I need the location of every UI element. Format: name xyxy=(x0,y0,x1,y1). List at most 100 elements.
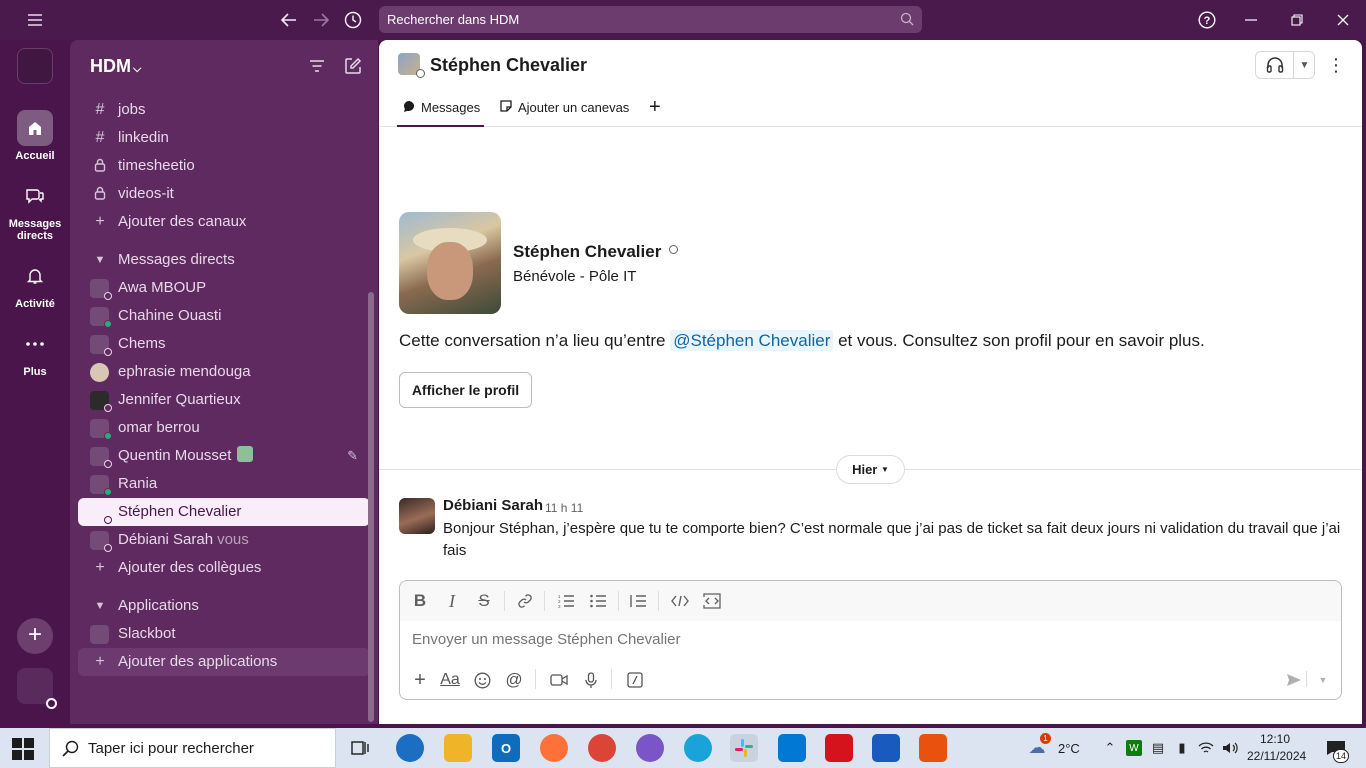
help-icon[interactable]: ? xyxy=(1195,8,1219,32)
add-apps-button[interactable]: + Ajouter des applications xyxy=(78,648,370,676)
sidebar-item-videos-it[interactable]: videos-it xyxy=(78,180,370,208)
sidebar-dm-debiani-sarah[interactable]: Débiani Sarah vous xyxy=(78,526,370,554)
restore-window-icon[interactable] xyxy=(1285,8,1309,32)
send-icon[interactable] xyxy=(1282,668,1306,692)
minimize-window-icon[interactable] xyxy=(1239,8,1263,32)
sidebar-scrollbar[interactable] xyxy=(368,292,374,722)
sidebar-dm-jennifer-quartieux[interactable]: Jennifer Quartieux xyxy=(78,386,370,414)
add-workspace-button[interactable]: + xyxy=(17,618,53,654)
workspace-name-button[interactable]: HDM ⌵ xyxy=(90,56,141,77)
workspace-switcher[interactable] xyxy=(17,48,53,84)
mention-at-icon[interactable]: @ xyxy=(502,668,526,692)
slash-command-icon[interactable] xyxy=(623,668,647,692)
rail-item-more[interactable]: Plus xyxy=(0,326,70,378)
rail-item-home[interactable]: Accueil xyxy=(0,110,70,162)
sidebar-item-linkedin[interactable]: # linkedin xyxy=(78,124,370,152)
sidebar-dm-quentin-mousset[interactable]: Quentin Mousset ✎ xyxy=(78,442,370,470)
code-icon[interactable] xyxy=(668,589,692,613)
sidebar-dm-omar-berrou[interactable]: omar berrou xyxy=(78,414,370,442)
profile-photo[interactable] xyxy=(399,212,501,314)
battery-icon[interactable]: ▮ xyxy=(1174,740,1190,756)
sidebar-dm-rania[interactable]: Rania xyxy=(78,470,370,498)
acrobat-icon[interactable] xyxy=(825,734,853,762)
sidebar-dm-ephrasie-mendouga[interactable]: ephrasie mendouga xyxy=(78,358,370,386)
taskbar-search-box[interactable]: Taper ici pour rechercher xyxy=(49,728,336,768)
chevron-down-icon[interactable]: ▼ xyxy=(1294,52,1315,78)
tab-messages[interactable]: Messages xyxy=(397,90,485,127)
message-author-avatar[interactable] xyxy=(399,498,435,534)
sidebar-dm-awa-mboup[interactable]: Awa MBOUP xyxy=(78,274,370,302)
task-view-icon[interactable] xyxy=(346,734,374,762)
text-format-button[interactable]: Aa xyxy=(438,668,462,692)
ordered-list-icon[interactable]: 123 xyxy=(554,589,578,613)
history-clock-icon[interactable] xyxy=(341,8,365,32)
strikethrough-icon[interactable]: S xyxy=(472,589,496,613)
message-author[interactable]: Débiani Sarah xyxy=(443,497,543,514)
compose-icon[interactable] xyxy=(341,54,365,78)
file-explorer-icon[interactable] xyxy=(444,734,472,762)
forward-arrow-icon[interactable] xyxy=(309,8,333,32)
powerpoint-icon[interactable] xyxy=(919,734,947,762)
rail-item-activity[interactable]: Activité xyxy=(0,258,70,310)
attach-plus-icon[interactable]: + xyxy=(408,668,432,692)
sidebar-dm-chems[interactable]: Chems xyxy=(78,330,370,358)
vscode-icon[interactable] xyxy=(778,734,806,762)
app-icon-1[interactable] xyxy=(396,734,424,762)
add-channels-button[interactable]: + Ajouter des canaux xyxy=(78,208,370,236)
hamburger-menu-icon[interactable] xyxy=(23,8,47,32)
outlook-icon[interactable]: O xyxy=(492,734,520,762)
video-camera-icon[interactable] xyxy=(547,668,571,692)
edge-icon[interactable] xyxy=(684,734,712,762)
clock-time[interactable]: 12:10 xyxy=(1249,732,1301,746)
emoji-icon[interactable] xyxy=(470,668,494,692)
search-bar[interactable]: Rechercher dans HDM xyxy=(379,6,922,33)
windows-start-icon[interactable] xyxy=(12,738,34,760)
user-avatar[interactable] xyxy=(17,668,57,709)
tray-device-icon[interactable]: ▤ xyxy=(1150,740,1166,756)
microphone-icon[interactable] xyxy=(579,668,603,692)
slack-icon[interactable] xyxy=(730,734,758,762)
chrome-icon[interactable] xyxy=(588,734,616,762)
message-timestamp[interactable]: 11 h 11 xyxy=(545,501,583,515)
rail-item-dms[interactable]: Messages directs xyxy=(0,178,70,242)
firefox-icon[interactable] xyxy=(540,734,568,762)
day-divider-pill[interactable]: Hier ▼ xyxy=(836,455,905,484)
tray-app-icon[interactable]: W xyxy=(1126,740,1142,756)
conversation-title[interactable]: Stéphen Chevalier xyxy=(430,55,587,76)
volume-icon[interactable] xyxy=(1222,740,1238,756)
sidebar-dm-chahine-ouasti[interactable]: Chahine Ouasti xyxy=(78,302,370,330)
back-arrow-icon[interactable] xyxy=(277,8,301,32)
blockquote-icon[interactable] xyxy=(626,589,650,613)
bullet-list-icon[interactable] xyxy=(586,589,610,613)
link-icon[interactable] xyxy=(513,589,537,613)
message-input[interactable] xyxy=(412,631,1312,648)
chevron-up-icon[interactable]: ⌃ xyxy=(1102,740,1118,756)
chrome-profile-icon[interactable] xyxy=(636,734,664,762)
intro-name[interactable]: Stéphen Chevalier xyxy=(513,242,679,262)
add-tab-plus-icon[interactable]: + xyxy=(649,90,661,127)
headphones-icon[interactable] xyxy=(1256,52,1294,78)
bold-icon[interactable]: B xyxy=(408,589,432,613)
sidebar-item-timesheetio[interactable]: timesheetio xyxy=(78,152,370,180)
wifi-icon[interactable] xyxy=(1198,740,1214,756)
search-icon xyxy=(900,12,914,26)
sidebar-item-jobs[interactable]: # jobs xyxy=(78,96,370,124)
send-options-chevron-icon[interactable]: ▼ xyxy=(1311,668,1335,692)
apps-section-header[interactable]: ▼ Applications xyxy=(78,592,370,620)
word-icon[interactable] xyxy=(872,734,900,762)
tab-add-canvas[interactable]: Ajouter un canevas xyxy=(499,90,629,127)
sidebar-app-slackbot[interactable]: Slackbot xyxy=(78,620,370,648)
view-profile-button[interactable]: Afficher le profil xyxy=(399,372,532,408)
more-options-icon[interactable]: ⋮ xyxy=(1325,54,1347,76)
code-block-icon[interactable] xyxy=(700,589,724,613)
italic-icon[interactable]: I xyxy=(440,589,464,613)
add-colleagues-button[interactable]: + Ajouter des collègues xyxy=(78,554,370,582)
filter-icon[interactable] xyxy=(305,54,329,78)
huddle-button[interactable]: ▼ xyxy=(1255,51,1315,79)
user-mention-link[interactable]: @Stéphen Chevalier xyxy=(670,330,834,351)
close-window-icon[interactable] xyxy=(1331,8,1355,32)
sidebar-dm-stephen-chevalier[interactable]: Stéphen Chevalier xyxy=(78,498,370,526)
weather-temperature[interactable]: 2°C xyxy=(1058,741,1080,756)
clock-date[interactable]: 22/11/2024 xyxy=(1247,749,1306,763)
dm-section-header[interactable]: ▼ Messages directs xyxy=(78,246,370,274)
